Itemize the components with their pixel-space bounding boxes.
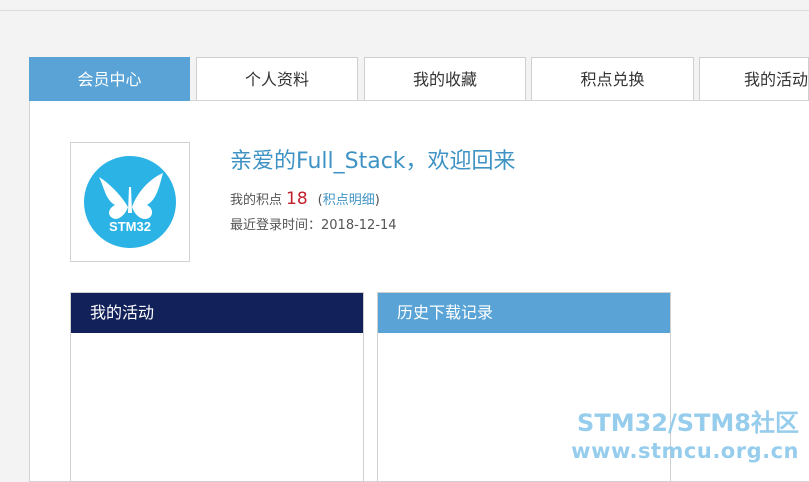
tab-my-activities[interactable]: 我的活动 (699, 57, 809, 100)
last-login-info: 最近登录时间：2018-12-14 (230, 214, 397, 233)
last-login-label: 最近登录时间： (230, 218, 322, 233)
watermark-line-2: www.stmcu.org.cn (571, 439, 799, 463)
points-link-close: ) (374, 193, 380, 208)
avatar[interactable]: STM32 (70, 142, 190, 262)
top-divider (0, 10, 809, 11)
tab-points-exchange[interactable]: 积点兑换 (531, 57, 694, 100)
my-activities-box: 我的活动 (70, 292, 364, 482)
stm32-logo-icon: STM32 (84, 156, 176, 248)
tab-member-center[interactable]: 会员中心 (29, 57, 190, 101)
site-watermark: STM32/STM8社区 www.stmcu.org.cn (571, 408, 799, 464)
welcome-message: 亲爱的Full_Stack，欢迎回来 (230, 149, 516, 174)
my-activities-title: 我的活动 (71, 293, 363, 333)
points-detail-link[interactable]: 积点明细 (323, 193, 375, 208)
points-label: 我的积点 (230, 193, 283, 208)
tab-favorites[interactable]: 我的收藏 (364, 57, 526, 100)
last-login-value: 2018-12-14 (321, 218, 397, 233)
svg-text:STM32: STM32 (109, 219, 151, 234)
tab-profile[interactable]: 个人资料 (196, 57, 358, 100)
download-history-title: 历史下载记录 (378, 293, 670, 333)
watermark-line-1: STM32/STM8社区 (577, 409, 799, 437)
points-value: 18 (286, 189, 308, 209)
points-info: 我的积点 18 (积点明细) (230, 189, 380, 209)
